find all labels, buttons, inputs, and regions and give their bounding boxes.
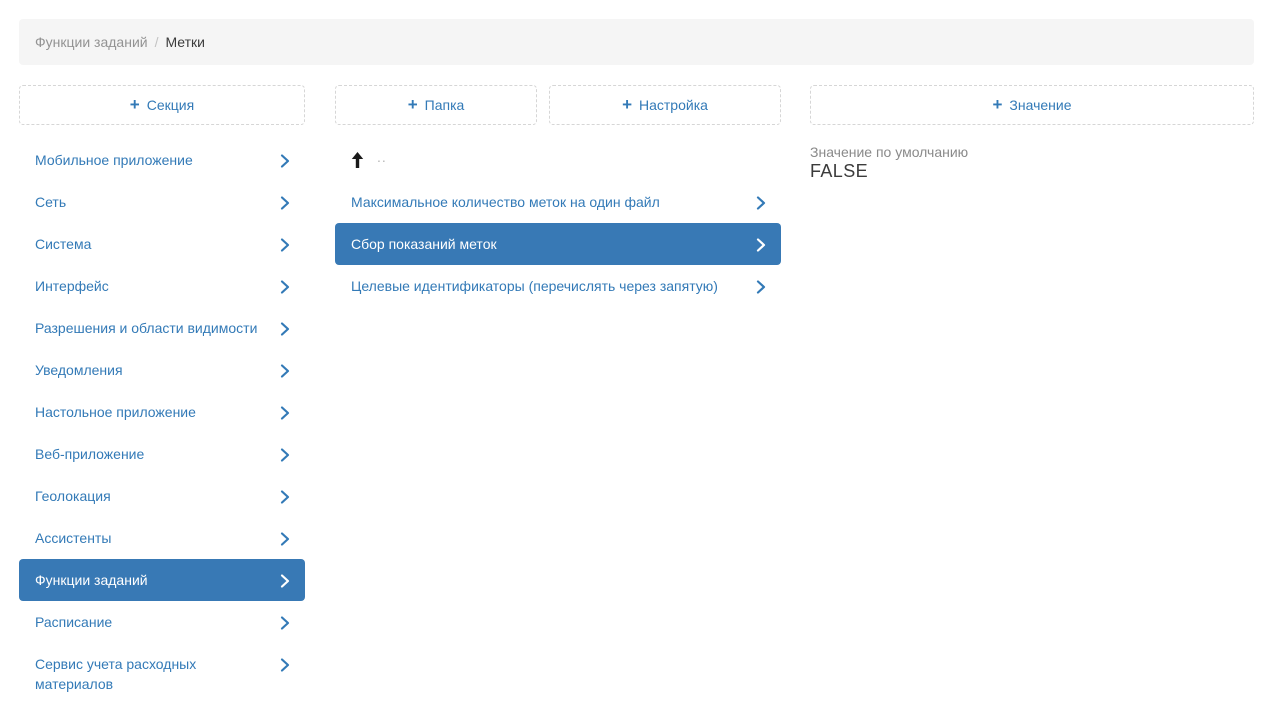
settings-list-wrap: .. Максимальное количество меток на один… [335, 139, 781, 307]
add-setting-label: Настройка [639, 97, 708, 113]
section-row[interactable]: Уведомления [19, 349, 305, 391]
chevron-right-icon [279, 447, 291, 463]
sections-column: + Секция Мобильное приложение Сеть [19, 85, 305, 705]
section-row[interactable]: Сеть [19, 181, 305, 223]
value-column: + Значение Значение по умолчанию FALSE [810, 85, 1254, 182]
section-label: Интерфейс [35, 276, 109, 296]
chevron-right-icon [279, 573, 291, 589]
setting-row[interactable]: Целевые идентификаторы (перечислять чере… [335, 265, 781, 307]
section-label: Мобильное приложение [35, 150, 193, 170]
breadcrumb-parent-link[interactable]: Функции заданий [35, 34, 148, 50]
default-value-text: FALSE [810, 161, 1254, 182]
setting-label: Целевые идентификаторы (перечислять чере… [351, 276, 718, 296]
chevron-right-icon [279, 321, 291, 337]
section-row[interactable]: Ассистенты [19, 517, 305, 559]
value-toolbar: + Значение [810, 85, 1254, 125]
up-level-label: .. [377, 149, 387, 165]
chevron-right-icon [755, 279, 767, 295]
section-label: Разрешения и области видимости [35, 318, 257, 338]
section-label: Функции заданий [35, 570, 148, 590]
sections-toolbar: + Секция [19, 85, 305, 125]
add-section-button[interactable]: + Секция [19, 85, 305, 125]
add-value-label: Значение [1009, 97, 1071, 113]
section-label: Сеть [35, 192, 66, 212]
up-one-level[interactable]: .. [335, 139, 781, 181]
add-folder-button[interactable]: + Папка [335, 85, 537, 125]
section-row[interactable]: Геолокация [19, 475, 305, 517]
setting-row[interactable]: Сбор показаний меток [335, 223, 781, 265]
add-folder-label: Папка [425, 97, 465, 113]
default-value-label: Значение по умолчанию [810, 143, 1254, 161]
columns: + Секция Мобильное приложение Сеть [19, 85, 1254, 705]
sections-list: Мобильное приложение Сеть Система [19, 139, 305, 705]
chevron-right-icon [279, 489, 291, 505]
section-label: Уведомления [35, 360, 123, 380]
chevron-right-icon [279, 657, 291, 673]
breadcrumb-separator: / [155, 34, 159, 50]
chevron-right-icon [279, 531, 291, 547]
section-row[interactable]: Сервис учета расходных материалов [19, 643, 305, 705]
chevron-right-icon [279, 363, 291, 379]
chevron-right-icon [279, 279, 291, 295]
section-label: Веб-приложение [35, 444, 144, 464]
chevron-right-icon [279, 237, 291, 253]
chevron-right-icon [279, 195, 291, 211]
section-label: Ассистенты [35, 528, 111, 548]
chevron-right-icon [755, 195, 767, 211]
chevron-right-icon [279, 405, 291, 421]
setting-row[interactable]: Максимальное количество меток на один фа… [335, 181, 781, 223]
add-value-button[interactable]: + Значение [810, 85, 1254, 125]
settings-page: Функции заданий / Метки + Секция Мобильн… [0, 0, 1273, 721]
breadcrumb-current: Метки [165, 34, 205, 50]
section-row[interactable]: Веб-приложение [19, 433, 305, 475]
add-section-label: Секция [147, 97, 194, 113]
section-row[interactable]: Система [19, 223, 305, 265]
value-panel: Значение по умолчанию FALSE [810, 143, 1254, 182]
section-row[interactable]: Интерфейс [19, 265, 305, 307]
section-label: Расписание [35, 612, 112, 632]
plus-icon: + [622, 96, 632, 113]
section-label: Геолокация [35, 486, 111, 506]
setting-label: Сбор показаний меток [351, 234, 497, 254]
section-row[interactable]: Функции заданий [19, 559, 305, 601]
breadcrumb: Функции заданий / Метки [19, 19, 1254, 65]
section-label: Сервис учета расходных материалов [35, 654, 269, 694]
add-setting-button[interactable]: + Настройка [549, 85, 781, 125]
chevron-right-icon [279, 615, 291, 631]
section-label: Настольное приложение [35, 402, 196, 422]
setting-label: Максимальное количество меток на один фа… [351, 192, 660, 212]
chevron-right-icon [755, 237, 767, 253]
chevron-right-icon [279, 153, 291, 169]
plus-icon: + [130, 96, 140, 113]
section-row[interactable]: Разрешения и области видимости [19, 307, 305, 349]
section-row[interactable]: Расписание [19, 601, 305, 643]
settings-column: + Папка + Настройка .. [335, 85, 781, 307]
section-row[interactable]: Мобильное приложение [19, 139, 305, 181]
plus-icon: + [992, 96, 1002, 113]
plus-icon: + [408, 96, 418, 113]
section-label: Система [35, 234, 91, 254]
settings-list: Максимальное количество меток на один фа… [335, 181, 781, 307]
settings-toolbar: + Папка + Настройка [335, 85, 781, 125]
section-row[interactable]: Настольное приложение [19, 391, 305, 433]
up-arrow-icon [351, 152, 364, 169]
